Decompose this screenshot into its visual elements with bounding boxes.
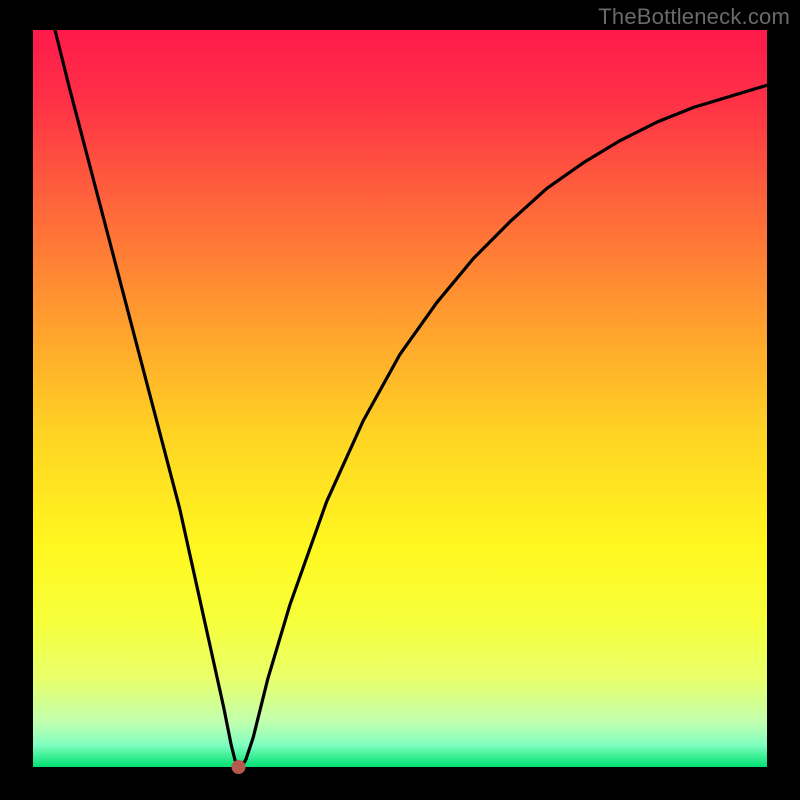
watermark-text: TheBottleneck.com [598, 4, 790, 30]
chart-frame: TheBottleneck.com [0, 0, 800, 800]
minimum-marker [232, 760, 246, 774]
plot-area [33, 30, 767, 767]
bottleneck-chart [0, 0, 800, 800]
